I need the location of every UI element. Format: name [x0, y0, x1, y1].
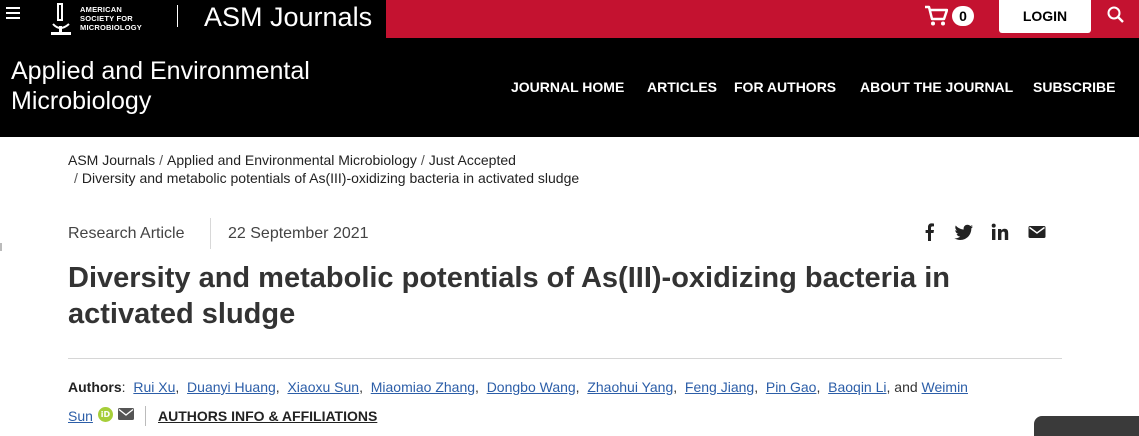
logo-text-line-3: MICROBIOLOGY: [80, 23, 142, 32]
journal-header: Applied and Environmental Microbiology J…: [0, 38, 1139, 137]
breadcrumb-just-accepted[interactable]: Just Accepted: [429, 152, 516, 168]
breadcrumb-journal[interactable]: Applied and Environmental Microbiology: [167, 152, 417, 168]
left-edge-marker: [0, 243, 2, 251]
logo-text-line-1: AMERICAN: [80, 5, 123, 14]
author-link[interactable]: Pin Gao: [766, 379, 817, 395]
cart-button[interactable]: 0: [924, 5, 976, 29]
breadcrumb-current-article: Diversity and metabolic potentials of As…: [81, 170, 580, 186]
author-link-last-first[interactable]: Weimin: [922, 379, 968, 395]
linkedin-icon[interactable]: [990, 222, 1010, 242]
search-icon[interactable]: [1106, 5, 1126, 25]
author-link-last-second[interactable]: Sun: [68, 408, 93, 424]
orcid-icon[interactable]: iD: [98, 407, 113, 422]
journal-title-line-2: Microbiology: [11, 87, 152, 115]
authors-label: Authors: [68, 379, 122, 395]
author-link[interactable]: Zhaohui Yang: [587, 379, 673, 395]
authors-and: , and: [886, 379, 918, 395]
author-link[interactable]: Rui Xu: [133, 379, 175, 395]
breadcrumb-separator: /: [159, 152, 164, 168]
asm-logo[interactable]: AMERICAN SOCIETY FOR MICROBIOLOGY: [47, 2, 157, 36]
facebook-icon[interactable]: [920, 222, 940, 242]
login-button[interactable]: LOGIN: [999, 0, 1091, 33]
journal-title-link[interactable]: Applied and Environmental Microbiology: [11, 56, 371, 116]
hamburger-menu-icon[interactable]: [6, 7, 20, 21]
microscope-logo-icon: [51, 3, 71, 35]
email-icon[interactable]: [1027, 222, 1047, 242]
author-link[interactable]: Dongbo Wang: [487, 379, 576, 395]
meta-divider: [210, 218, 211, 249]
nav-for-authors[interactable]: FOR AUTHORS: [734, 78, 836, 96]
site-name-link[interactable]: ASM Journals: [204, 1, 372, 33]
section-divider: [68, 358, 1062, 359]
cart-icon: [925, 5, 948, 26]
nav-journal-home[interactable]: JOURNAL HOME: [511, 78, 624, 96]
nav-subscribe[interactable]: SUBSCRIBE: [1033, 78, 1115, 96]
nav-articles[interactable]: ARTICLES: [647, 78, 717, 96]
author-link[interactable]: Duanyi Huang: [187, 379, 276, 395]
journal-title-line-1: Applied and Environmental: [11, 57, 310, 85]
breadcrumb-asm-journals[interactable]: ASM Journals: [68, 152, 155, 168]
cart-count-badge: 0: [952, 6, 974, 26]
logo-text-line-2: SOCIETY FOR: [80, 14, 133, 23]
publication-date: 22 September 2021: [228, 225, 369, 242]
top-bar: AMERICAN SOCIETY FOR MICROBIOLOGY ASM Jo…: [0, 0, 1139, 38]
nav-about-the-journal[interactable]: ABOUT THE JOURNAL: [860, 78, 1013, 96]
breadcrumb: ASM Journals / Applied and Environmental M…: [68, 151, 708, 187]
author-email-icon[interactable]: [118, 408, 134, 420]
article-title: Diversity and metabolic potentials of As…: [68, 262, 950, 330]
breadcrumb-line-2: / Diversity and metabolic potentials of A…: [68, 169, 708, 187]
authors-list: Authors: Rui Xu, Duanyi Huang, Xiaoxu Su…: [68, 379, 968, 395]
twitter-icon[interactable]: [954, 222, 974, 242]
author-link[interactable]: Xiaoxu Sun: [287, 379, 359, 395]
breadcrumb-separator: /: [74, 170, 78, 186]
breadcrumb-separator: /: [420, 152, 425, 168]
affiliations-divider: [145, 406, 146, 426]
authors-label-colon: :: [121, 379, 126, 395]
author-link[interactable]: Baoqin Li: [828, 379, 886, 395]
topbar-divider: [177, 5, 178, 27]
article-type: Research Article: [68, 225, 185, 242]
corner-widget[interactable]: [1034, 416, 1139, 436]
authors-info-affiliations-link[interactable]: AUTHORS INFO & AFFILIATIONS: [158, 406, 377, 426]
logo-text: AMERICAN SOCIETY FOR MICROBIOLOGY: [80, 5, 160, 32]
author-link[interactable]: Miaomiao Zhang: [371, 379, 475, 395]
authors-line-2: Sun: [68, 406, 93, 426]
author-link[interactable]: Feng Jiang: [685, 379, 754, 395]
